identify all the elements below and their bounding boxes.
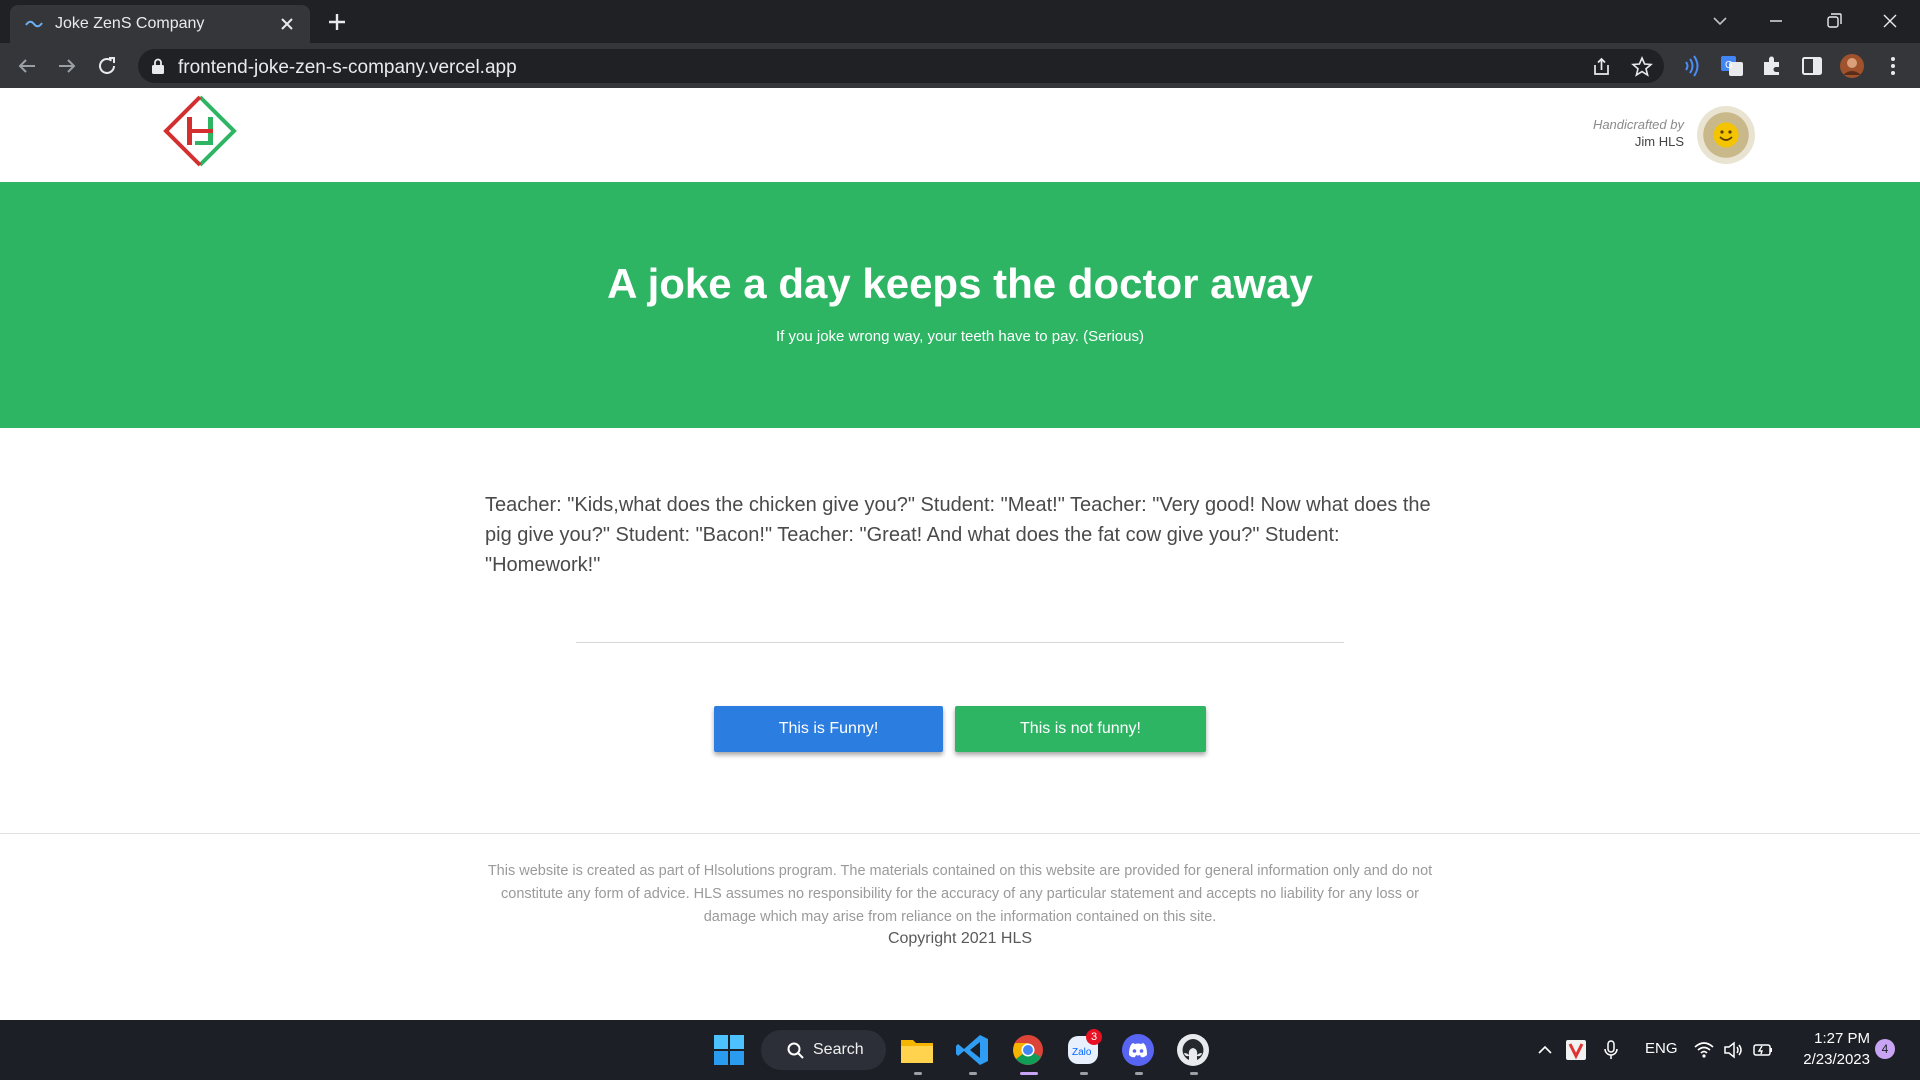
hero-subtitle: If you joke wrong way, your teeth have t… xyxy=(776,328,1144,345)
footer-copyright: Copyright 2021 HLS xyxy=(887,930,1033,947)
volume-icon[interactable] xyxy=(1722,1039,1744,1061)
search-label: Search xyxy=(813,1041,864,1058)
clock-date[interactable]: 2/23/2023 xyxy=(1780,1051,1870,1068)
site-footer: This website is created as part of Hlsol… xyxy=(0,833,1920,1021)
tab-title: Joke ZenS Company xyxy=(55,15,205,32)
extensions-puzzle-icon[interactable] xyxy=(1759,53,1785,79)
bookmark-star-icon[interactable] xyxy=(1630,55,1654,79)
chrome-menu-icon[interactable] xyxy=(1880,53,1906,79)
battery-icon[interactable] xyxy=(1752,1039,1774,1061)
file-explorer-icon[interactable] xyxy=(898,1031,936,1069)
new-tab-icon[interactable] xyxy=(325,10,349,34)
close-tab-icon[interactable] xyxy=(278,15,296,33)
forward-arrow-icon[interactable] xyxy=(53,52,81,80)
joke-text: Teacher: "Kids,what does the chicken giv… xyxy=(485,494,1431,576)
close-window-icon[interactable] xyxy=(1870,6,1910,36)
show-hidden-icons-chevron-icon[interactable] xyxy=(1534,1039,1556,1061)
footer-disclaimer: This website is created as part of Hlsol… xyxy=(487,863,1433,925)
wifi-icon[interactable] xyxy=(1693,1039,1715,1061)
smiley-flower-icon xyxy=(1715,124,1737,146)
running-indicator xyxy=(1080,1072,1088,1075)
side-panel-icon[interactable] xyxy=(1799,53,1825,79)
windows-taskbar: Search Zalo 3 ENG 1:27 PM 2/23/2023 4 xyxy=(0,1020,1920,1080)
browser-tab-strip: Joke ZenS Company xyxy=(0,0,1920,43)
translate-extension-icon[interactable]: G xyxy=(1719,53,1745,79)
site-favicon-icon xyxy=(25,20,43,28)
browser-tab[interactable]: Joke ZenS Company xyxy=(10,5,310,43)
hero-title: A joke a day keeps the doctor away xyxy=(607,260,1313,307)
windows-start-icon[interactable] xyxy=(710,1031,748,1069)
lock-icon[interactable] xyxy=(150,57,166,75)
discord-icon[interactable] xyxy=(1119,1031,1157,1069)
profile-avatar-icon[interactable] xyxy=(1839,53,1865,79)
running-indicator xyxy=(914,1072,922,1075)
web-page: Handicrafted by Jim HLS A joke a day kee… xyxy=(0,88,1920,1020)
back-arrow-icon[interactable] xyxy=(13,52,41,80)
tab-search-chevron-icon[interactable] xyxy=(1700,6,1740,36)
reload-icon[interactable] xyxy=(93,52,121,80)
restore-icon[interactable] xyxy=(1813,6,1853,36)
hls-logo[interactable] xyxy=(163,94,237,168)
github-desktop-icon[interactable] xyxy=(1174,1031,1212,1069)
author-credit: Handicrafted by Jim HLS xyxy=(1593,117,1684,149)
svg-text:Zalo: Zalo xyxy=(1072,1047,1092,1058)
chrome-icon[interactable] xyxy=(1009,1031,1047,1069)
vivaldi-tray-icon[interactable] xyxy=(1565,1039,1587,1061)
share-icon[interactable] xyxy=(1590,55,1614,79)
search-icon xyxy=(787,1042,804,1059)
running-indicator xyxy=(1135,1072,1143,1075)
minimize-icon[interactable] xyxy=(1756,6,1796,36)
running-indicator xyxy=(969,1072,977,1075)
microphone-icon[interactable] xyxy=(1600,1039,1622,1061)
vscode-icon[interactable] xyxy=(953,1031,991,1069)
not-funny-button[interactable]: This is not funny! xyxy=(955,706,1206,752)
content-divider xyxy=(576,642,1344,643)
author-avatar xyxy=(1697,106,1755,164)
svg-text:G: G xyxy=(1725,60,1733,71)
active-indicator xyxy=(1020,1072,1038,1075)
running-indicator xyxy=(1190,1072,1198,1075)
hero-banner: A joke a day keeps the doctor away If yo… xyxy=(0,182,1920,428)
notification-count-badge[interactable]: 4 xyxy=(1875,1039,1895,1059)
site-header: Handicrafted by Jim HLS xyxy=(0,88,1920,182)
url-text[interactable]: frontend-joke-zen-s-company.vercel.app xyxy=(178,57,517,79)
author-name: Jim HLS xyxy=(1634,134,1684,149)
funny-button[interactable]: This is Funny! xyxy=(714,706,943,752)
clock-time[interactable]: 1:27 PM xyxy=(1790,1030,1870,1047)
zalo-notification-badge: 3 xyxy=(1086,1029,1102,1045)
taskbar-search[interactable]: Search xyxy=(761,1030,886,1070)
browser-toolbar: frontend-joke-zen-s-company.vercel.app G xyxy=(0,43,1920,88)
input-language-indicator[interactable]: ENG xyxy=(1645,1040,1678,1057)
credit-label: Handicrafted by xyxy=(1592,117,1684,132)
address-bar[interactable]: frontend-joke-zen-s-company.vercel.app xyxy=(138,49,1664,83)
read-aloud-icon[interactable] xyxy=(1678,53,1704,79)
